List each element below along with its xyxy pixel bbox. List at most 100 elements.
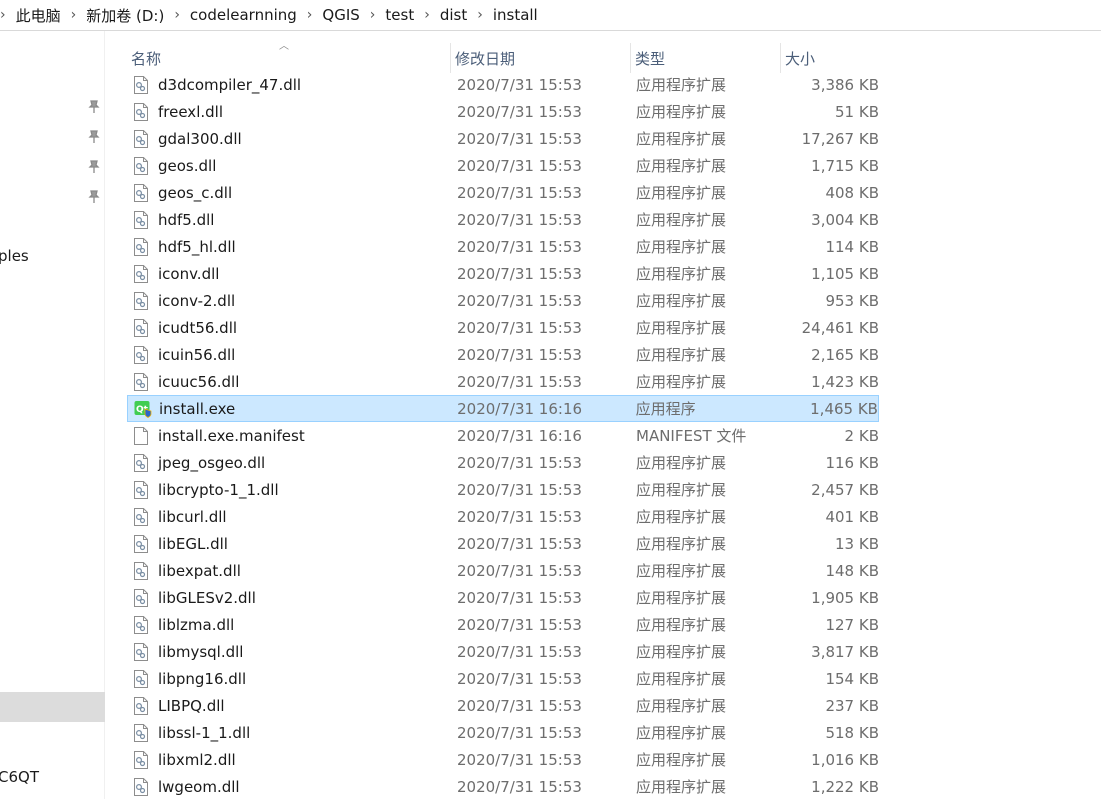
chevron-right-icon[interactable]: ›: [370, 7, 376, 23]
file-row[interactable]: libcurl.dll 2020/7/31 15:53 应用程序扩展 401 KB: [127, 503, 879, 530]
dll-file-icon: [133, 615, 149, 634]
file-date: 2020/7/31 15:53: [457, 75, 582, 94]
pin-icon[interactable]: [88, 190, 100, 204]
file-size: 1,016 KB: [811, 750, 879, 769]
file-name-cell: install.exe.manifest: [127, 426, 456, 445]
file-row[interactable]: hdf5_hl.dll 2020/7/31 15:53 应用程序扩展 114 KB: [127, 233, 879, 260]
dll-file-icon: [133, 345, 149, 364]
file-size: 408 KB: [825, 183, 879, 202]
file-date: 2020/7/31 15:53: [457, 534, 582, 553]
file-name-cell: libcrypto-1_1.dll: [127, 480, 456, 499]
file-row[interactable]: icuuc56.dll 2020/7/31 15:53 应用程序扩展 1,423 KB: [127, 368, 879, 395]
file-row[interactable]: hdf5.dll 2020/7/31 15:53 应用程序扩展 3,004 KB: [127, 206, 879, 233]
file-type: 应用程序扩展: [636, 589, 727, 607]
file-name: libexpat.dll: [158, 561, 241, 580]
file-row[interactable]: lwgeom.dll 2020/7/31 15:53 应用程序扩展 1,222 KB: [127, 773, 879, 800]
breadcrumb-install[interactable]: install: [489, 6, 542, 24]
file-name-cell: libmysql.dll: [127, 642, 456, 661]
file-name-cell: libpng16.dll: [127, 669, 456, 688]
breadcrumb-qgis[interactable]: QGIS: [318, 6, 363, 24]
navigation-pane[interactable]: ples C6QT: [0, 31, 105, 799]
file-row[interactable]: install.exe.manifest 2020/7/31 16:16 MANIF…: [127, 422, 879, 449]
breadcrumb-dist[interactable]: dist: [436, 6, 471, 24]
file-name-cell: iconv-2.dll: [127, 291, 456, 310]
file-row[interactable]: libpng16.dll 2020/7/31 15:53 应用程序扩展 154 KB: [127, 665, 879, 692]
address-bar[interactable]: › 此电脑 › 新加卷 (D:) › codelearnning › QGIS …: [0, 0, 1101, 31]
column-header-date[interactable]: 修改日期: [451, 43, 631, 73]
file-row[interactable]: liblzma.dll 2020/7/31 15:53 应用程序扩展 127 KB: [127, 611, 879, 638]
breadcrumb-this-pc[interactable]: 此电脑: [12, 5, 65, 26]
column-header-name[interactable]: 名称 ︿: [127, 41, 451, 73]
file-name: jpeg_osgeo.dll: [158, 453, 266, 472]
file-type: 应用程序扩展: [636, 481, 727, 499]
file-row[interactable]: Qt install.exe 2020/7/31 16:16 应用程序 1,465 KB: [127, 395, 879, 422]
file-row[interactable]: libmysql.dll 2020/7/31 15:53 应用程序扩展 3,817 K…: [127, 638, 879, 665]
breadcrumb-test[interactable]: test: [381, 6, 418, 24]
file-row[interactable]: LIBPQ.dll 2020/7/31 15:53 应用程序扩展 237 KB: [127, 692, 879, 719]
file-name-cell: liblzma.dll: [127, 615, 456, 634]
chevron-right-icon[interactable]: ›: [477, 7, 483, 23]
dll-file-icon: [133, 777, 149, 796]
chevron-right-icon[interactable]: ›: [424, 7, 430, 23]
file-row[interactable]: geos.dll 2020/7/31 15:53 应用程序扩展 1,715 KB: [127, 152, 879, 179]
file-name-cell: icuin56.dll: [127, 345, 456, 364]
file-list: d3dcompiler_47.dll 2020/7/31 15:53 应用程序扩展 3…: [127, 71, 879, 800]
file-type: 应用程序扩展: [636, 265, 727, 283]
breadcrumb-drive-d[interactable]: 新加卷 (D:): [82, 5, 168, 26]
file-type: 应用程序扩展: [636, 616, 727, 634]
dll-file-icon: [133, 183, 149, 202]
sidebar-item-label[interactable]: ples: [0, 247, 29, 265]
chevron-right-icon[interactable]: ›: [71, 7, 77, 23]
file-row[interactable]: libexpat.dll 2020/7/31 15:53 应用程序扩展 148 KB: [127, 557, 879, 584]
file-date: 2020/7/31 15:53: [457, 156, 582, 175]
chevron-right-icon[interactable]: ›: [307, 7, 313, 23]
file-date: 2020/7/31 15:53: [457, 561, 582, 580]
pin-icon[interactable]: [88, 160, 100, 174]
file-type: MANIFEST 文件: [636, 427, 747, 445]
file-type: 应用程序扩展: [636, 562, 727, 580]
pin-icon[interactable]: [88, 100, 100, 114]
file-row[interactable]: freexl.dll 2020/7/31 15:53 应用程序扩展 51 KB: [127, 98, 879, 125]
column-header-type[interactable]: 类型: [631, 43, 781, 73]
column-header-label: 名称: [131, 49, 162, 68]
breadcrumb-codelearnning[interactable]: codelearnning: [186, 6, 301, 24]
file-row[interactable]: geos_c.dll 2020/7/31 15:53 应用程序扩展 408 KB: [127, 179, 879, 206]
file-name: libpng16.dll: [158, 669, 247, 688]
file-name-cell: libcurl.dll: [127, 507, 456, 526]
file-date: 2020/7/31 15:53: [457, 642, 582, 661]
file-name: geos_c.dll: [158, 183, 233, 202]
file-name-cell: d3dcompiler_47.dll: [127, 75, 456, 94]
file-row[interactable]: libcrypto-1_1.dll 2020/7/31 15:53 应用程序扩展 2,…: [127, 476, 879, 503]
file-name: libEGL.dll: [158, 534, 228, 553]
file-date: 2020/7/31 15:53: [457, 129, 582, 148]
file-row[interactable]: libGLESv2.dll 2020/7/31 15:53 应用程序扩展 1,905 …: [127, 584, 879, 611]
file-row[interactable]: libssl-1_1.dll 2020/7/31 15:53 应用程序扩展 518 K…: [127, 719, 879, 746]
dll-file-icon: [133, 453, 149, 472]
file-name-cell: libEGL.dll: [127, 534, 456, 553]
sidebar-item-selected[interactable]: [0, 692, 105, 722]
file-row[interactable]: d3dcompiler_47.dll 2020/7/31 15:53 应用程序扩展 3…: [127, 71, 879, 98]
file-date: 2020/7/31 15:53: [457, 183, 582, 202]
file-row[interactable]: iconv.dll 2020/7/31 15:53 应用程序扩展 1,105 KB: [127, 260, 879, 287]
dll-file-icon: [133, 588, 149, 607]
file-name: d3dcompiler_47.dll: [158, 75, 302, 94]
file-row[interactable]: gdal300.dll 2020/7/31 15:53 应用程序扩展 17,267 K…: [127, 125, 879, 152]
file-row[interactable]: libxml2.dll 2020/7/31 15:53 应用程序扩展 1,016 KB: [127, 746, 879, 773]
column-header-size[interactable]: 大小: [781, 43, 879, 73]
column-header-label: 类型: [635, 49, 666, 68]
file-row[interactable]: icudt56.dll 2020/7/31 15:53 应用程序扩展 24,461 K…: [127, 314, 879, 341]
chevron-right-icon[interactable]: ›: [174, 7, 180, 23]
file-row[interactable]: icuin56.dll 2020/7/31 15:53 应用程序扩展 2,165 KB: [127, 341, 879, 368]
column-header-label: 大小: [785, 49, 816, 68]
file-row[interactable]: jpeg_osgeo.dll 2020/7/31 15:53 应用程序扩展 116 K…: [127, 449, 879, 476]
file-row[interactable]: libEGL.dll 2020/7/31 15:53 应用程序扩展 13 KB: [127, 530, 879, 557]
file-date: 2020/7/31 16:16: [457, 426, 582, 445]
file-type: 应用程序扩展: [636, 778, 727, 796]
file-name: libcurl.dll: [158, 507, 227, 526]
pin-icon[interactable]: [88, 130, 100, 144]
file-type: 应用程序扩展: [636, 238, 727, 256]
dll-file-icon: [133, 156, 149, 175]
sidebar-item-label[interactable]: C6QT: [0, 768, 39, 786]
file-name-cell: libexpat.dll: [127, 561, 456, 580]
file-row[interactable]: iconv-2.dll 2020/7/31 15:53 应用程序扩展 953 KB: [127, 287, 879, 314]
